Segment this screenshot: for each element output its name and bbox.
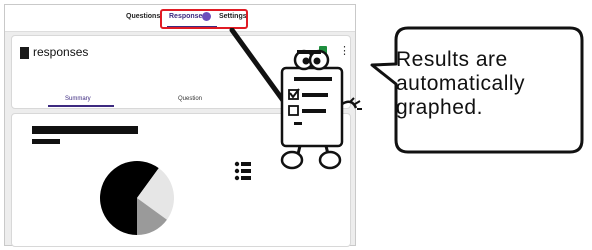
subtab-indicator bbox=[48, 105, 114, 107]
response-count-redacted bbox=[32, 139, 60, 144]
responses-title: responses bbox=[33, 45, 89, 59]
callout-line: Results are bbox=[396, 48, 508, 71]
clipboard-mascot bbox=[229, 28, 362, 170]
subtab-question[interactable]: Question bbox=[178, 96, 202, 102]
callout-line: automatically bbox=[396, 72, 526, 95]
question-title-redacted bbox=[32, 126, 138, 134]
callout-text: Results are automatically graphed. bbox=[396, 48, 525, 120]
tab-questions[interactable]: Questions bbox=[126, 13, 160, 20]
title-marker bbox=[20, 47, 29, 59]
highlight-box bbox=[160, 9, 248, 29]
callout-line: graphed. bbox=[396, 96, 483, 119]
subtab-summary[interactable]: Summary bbox=[65, 96, 91, 102]
pie-chart bbox=[100, 161, 174, 235]
